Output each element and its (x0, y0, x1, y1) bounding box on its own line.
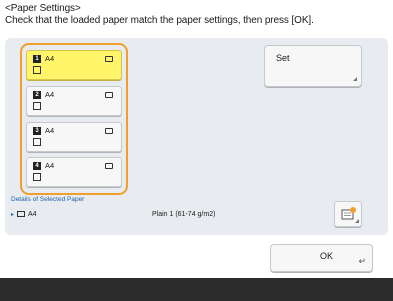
tray-button-4[interactable]: 4 A4 (26, 157, 122, 187)
tray-button-3[interactable]: 3 A4 (26, 122, 122, 152)
tray-button-2[interactable]: 2 A4 (26, 86, 122, 116)
footer-bar (0, 278, 393, 301)
set-button[interactable]: Set (264, 45, 362, 87)
tray-number-badge: 4 (33, 162, 41, 170)
paper-type-icon (33, 66, 41, 74)
paper-type-icon (33, 138, 41, 146)
selected-size-text: A4 (28, 211, 37, 218)
corner-arrow-icon (353, 77, 357, 81)
screen-instruction: Check that the loaded paper match the pa… (5, 15, 314, 26)
ok-button[interactable]: OK ↵ (270, 244, 373, 272)
details-label: Details of Selected Paper (11, 196, 85, 203)
corner-arrow-icon (355, 219, 359, 223)
selected-paper-type: Plain 1 (61-74 g/m2) (152, 211, 216, 218)
paper-settings-button[interactable] (334, 201, 362, 227)
screen-title: <Paper Settings> (5, 3, 81, 14)
paper-orientation-icon (105, 128, 113, 134)
paper-orientation-icon (105, 92, 113, 98)
ok-button-label: OK (320, 251, 334, 261)
triangle-right-icon: ▸ (11, 212, 15, 218)
tray-paper-size: A4 (45, 54, 55, 63)
set-button-label: Set (276, 53, 290, 63)
paper-type-icon (33, 173, 41, 181)
selected-paper-size: ▸ A4 (11, 210, 37, 220)
tray-paper-size: A4 (45, 90, 55, 99)
paper-type-icon (33, 102, 41, 110)
tray-number-badge: 3 (33, 127, 41, 135)
tray-number-badge: 2 (33, 91, 41, 99)
paper-orientation-icon (105, 163, 113, 169)
tray-paper-size: A4 (45, 161, 55, 170)
tray-number-badge: 1 (33, 55, 41, 63)
tray-paper-size: A4 (45, 126, 55, 135)
paper-orientation-icon (105, 56, 113, 62)
enter-icon: ↵ (358, 256, 366, 266)
paper-settings-icon (341, 207, 356, 220)
tray-button-1[interactable]: 1 A4 (26, 50, 122, 80)
paper-orientation-icon (17, 211, 26, 218)
screen-header: <Paper Settings> Check that the loaded p… (5, 3, 314, 27)
